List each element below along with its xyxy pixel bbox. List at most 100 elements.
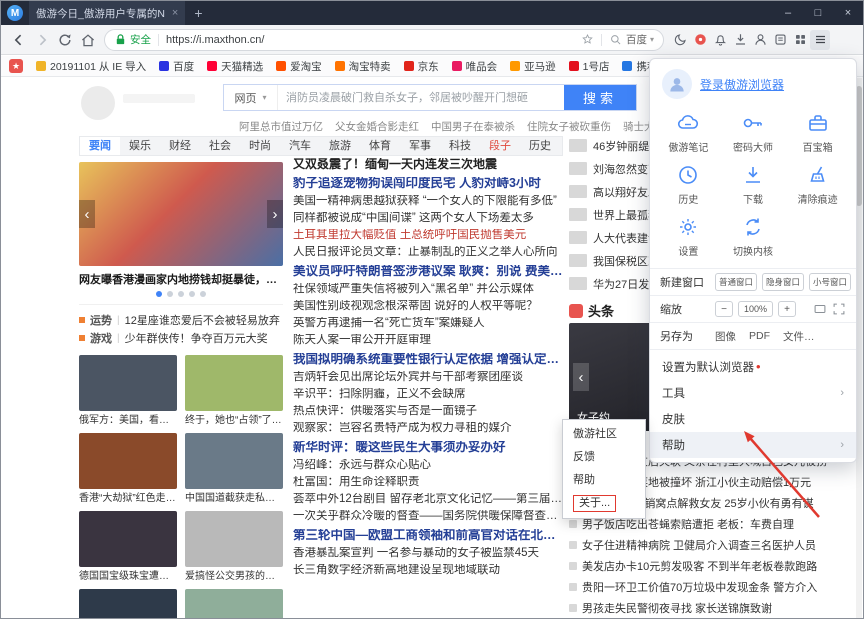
hotlink[interactable]: 阿里总市值过万亿 bbox=[239, 119, 323, 134]
notes-feature[interactable]: 傲游笔记 bbox=[656, 111, 721, 154]
notes-icon[interactable] bbox=[770, 30, 790, 50]
url-text[interactable]: https://i.maxthon.cn/ bbox=[166, 34, 264, 46]
forward-button[interactable] bbox=[30, 29, 53, 51]
trend-item[interactable]: 游戏 | 少年群侠传！争夺百万元大奖 bbox=[79, 329, 283, 347]
bookmark-item[interactable]: 京东 bbox=[404, 59, 439, 74]
thumbnail-image[interactable] bbox=[79, 355, 177, 411]
thumbnail-caption[interactable]: 香港“大劫狱”红色走私路… bbox=[79, 492, 177, 505]
bookmark-item[interactable]: 亚马逊 bbox=[510, 59, 556, 74]
new-window-option-button[interactable]: 小号窗口 bbox=[809, 273, 851, 291]
hotlink[interactable]: 住院女子被砍重伤 bbox=[527, 119, 611, 134]
hotlink[interactable]: 父女金婚合影走红 bbox=[335, 119, 419, 134]
save-as-option[interactable]: PDF bbox=[749, 330, 770, 342]
search-button[interactable]: 搜索 bbox=[564, 85, 636, 110]
zoom-out-button[interactable]: − bbox=[715, 301, 733, 317]
thumbnail-caption[interactable]: 德国国宝级珠宝遭窃 失窃价… bbox=[79, 570, 177, 583]
headline[interactable]: 第三轮中国—欧盟工商领袖和前高官对话在北京… bbox=[293, 529, 565, 542]
headline[interactable]: 荟萃中外12台剧目 留存老北京文化记忆——第三届老舍戏… bbox=[293, 493, 565, 506]
menu-item-default-browser[interactable]: 设置为默认浏览器 • bbox=[650, 354, 856, 380]
category-tab[interactable]: 段子 bbox=[480, 137, 520, 155]
thumbnail-image[interactable] bbox=[185, 433, 283, 489]
category-tab[interactable]: 军事 bbox=[400, 137, 440, 155]
history-feature[interactable]: 历史 bbox=[656, 163, 721, 206]
headline[interactable]: 热点快评：供暖落实与否是一面镜子 bbox=[293, 405, 565, 418]
menu-item-tools[interactable]: 工具 › bbox=[650, 380, 856, 406]
headline[interactable]: 陈天人案一审公开开庭审理 bbox=[293, 334, 565, 347]
login-link[interactable]: 登录傲游浏览器 bbox=[700, 76, 784, 93]
tab-close-icon[interactable]: × bbox=[172, 7, 178, 19]
news-thumbnail[interactable]: 务院告 bbox=[79, 589, 177, 619]
thumbnail-image[interactable] bbox=[185, 589, 283, 619]
address-bar[interactable]: 安全 https://i.maxthon.cn/ 百度 ▾ bbox=[104, 29, 664, 51]
thumbnail-image[interactable] bbox=[185, 355, 283, 411]
about-label-boxed[interactable]: 关于... bbox=[573, 495, 616, 512]
headline[interactable]: 美国性别歧视观念根深蒂固 说好的人权平等呢？ bbox=[293, 300, 565, 313]
login-row[interactable]: 登录傲游浏览器 bbox=[650, 59, 856, 107]
switch-core-feature[interactable]: 切换内核 bbox=[721, 215, 786, 258]
headline[interactable]: 香港暴乱案宣判 一名参与暴动的女子被监禁45天 bbox=[293, 547, 565, 560]
save-as-option[interactable]: 图像 bbox=[715, 329, 736, 344]
bookmark-item[interactable]: 天猫精选 bbox=[207, 59, 263, 74]
headline[interactable]: 人民日报评论员文章：止暴制乱的正义之举人心所向 bbox=[293, 246, 565, 259]
category-tab[interactable]: 汽车 bbox=[280, 137, 320, 155]
headline[interactable]: 观察家：岂容名贵特产成为权力寻租的媒介 bbox=[293, 422, 565, 435]
headline[interactable]: 冯绍峰：永远与群众心贴心 bbox=[293, 459, 565, 472]
chevron-down-icon[interactable]: ▾ bbox=[650, 35, 654, 44]
thumbnail-caption[interactable]: 中国国道截获走私冻肉 案值700万… bbox=[185, 492, 283, 505]
favorites-panel-icon[interactable]: ★ bbox=[9, 59, 23, 73]
carousel-prev-icon[interactable]: ‹ bbox=[573, 363, 589, 391]
new-window-option-button[interactable]: 普通窗口 bbox=[715, 273, 757, 291]
thumbnail-caption[interactable]: 俄军方：美国，看看我们的？ bbox=[79, 414, 177, 427]
category-tab[interactable]: 科技 bbox=[440, 137, 480, 155]
bookmark-item[interactable]: 唯品会 bbox=[452, 59, 498, 74]
headline[interactable]: 辛识平：扫除阴霾，正义不会缺席 bbox=[293, 388, 565, 401]
downloads-feature[interactable]: 下载 bbox=[721, 163, 786, 206]
submenu-item-help[interactable]: 帮助 bbox=[563, 469, 645, 492]
main-menu-icon[interactable] bbox=[810, 30, 830, 50]
news-thumbnail[interactable] bbox=[185, 589, 283, 619]
page-fit-icon[interactable] bbox=[813, 302, 827, 316]
news-thumbnail[interactable]: 俄军方：美国，看看我们的？ bbox=[79, 355, 177, 427]
headline[interactable]: 一次关乎群众冷暖的督查——国务院供暖保障督查侧记 bbox=[293, 510, 565, 523]
sidebar-item[interactable]: 男孩走失民警彻夜寻找 家长送锦旗致谢 bbox=[569, 597, 857, 618]
refresh-button[interactable] bbox=[53, 29, 76, 51]
sidebar-item[interactable]: 女子住进精神病院 卫健局介入调查三名医护人员 bbox=[569, 534, 857, 555]
headline[interactable]: 英警方再逮捕一名“死亡货车”案嫌疑人 bbox=[293, 317, 565, 330]
submenu-item-feedback[interactable]: 反馈 bbox=[563, 446, 645, 469]
carousel-next-icon[interactable]: › bbox=[267, 200, 283, 228]
category-tab[interactable]: 历史 bbox=[520, 137, 560, 155]
category-tab[interactable]: 娱乐 bbox=[120, 137, 160, 155]
category-tab[interactable]: 财经 bbox=[160, 137, 200, 155]
notifications-icon[interactable] bbox=[710, 30, 730, 50]
thumbnail-image[interactable]: 务院告 bbox=[79, 589, 177, 619]
passkeeper-feature[interactable]: 密码大师 bbox=[721, 111, 786, 154]
category-tab[interactable]: 要闻 bbox=[80, 137, 120, 155]
thumbnail-caption[interactable]: 爱搞怪公交男孩的生涯够… bbox=[185, 570, 283, 583]
headline[interactable]: 豹子追逐宠物狗误闯印度民宅 人豹对峙3小时 bbox=[293, 177, 565, 190]
headline[interactable]: 土耳其里拉大幅贬值 土总统呼吁国民抛售美元 bbox=[293, 229, 565, 242]
news-thumbnail[interactable]: 德国国宝级珠宝遭窃 失窃价… bbox=[79, 511, 177, 583]
favorite-star-icon[interactable] bbox=[581, 33, 594, 46]
maxthon-logo-icon[interactable]: M bbox=[7, 5, 23, 21]
news-thumbnail[interactable]: 爱搞怪公交男孩的生涯够… bbox=[185, 511, 283, 583]
headline[interactable]: 美议员呼吁特朗普签涉港议案 耿爽：别说 费美… bbox=[293, 265, 565, 278]
category-tab[interactable]: 社会 bbox=[200, 137, 240, 155]
bookmark-item[interactable]: 爱淘宝 bbox=[276, 59, 322, 74]
search-input[interactable] bbox=[278, 85, 564, 110]
minimize-button[interactable]: – bbox=[773, 1, 803, 25]
sidebar-item[interactable]: 美发店办卡10元剪发吸客 不到半年老板卷款跑路 bbox=[569, 555, 857, 576]
carousel-caption[interactable]: 网友曝香港漫画家内地捞钱却挺暴徒，曾属… bbox=[79, 271, 283, 287]
trend-item[interactable]: 运势 | 12星座谁恋爱后不会被轻易放弃 bbox=[79, 311, 283, 329]
clear-traces-feature[interactable]: 清除痕迹 bbox=[785, 163, 850, 206]
apps-grid-icon[interactable] bbox=[790, 30, 810, 50]
user-icon[interactable] bbox=[750, 30, 770, 50]
bookmark-item[interactable]: 百度 bbox=[159, 59, 194, 74]
close-button[interactable]: × bbox=[833, 1, 863, 25]
night-mode-icon[interactable] bbox=[670, 30, 690, 50]
headline[interactable]: 美国一精神病患越狱获释 “一个女人的下限能有多低” bbox=[293, 195, 565, 208]
news-thumbnail[interactable]: 香港“大劫狱”红色走私路… bbox=[79, 433, 177, 505]
thumbnail-image[interactable] bbox=[79, 511, 177, 567]
download-icon[interactable] bbox=[730, 30, 750, 50]
bookmark-item[interactable]: 20191101 从 IE 导入 bbox=[36, 59, 146, 74]
headline[interactable]: 社保领域严重失信将被列入“黑名单” 并公示媒体 bbox=[293, 283, 565, 296]
